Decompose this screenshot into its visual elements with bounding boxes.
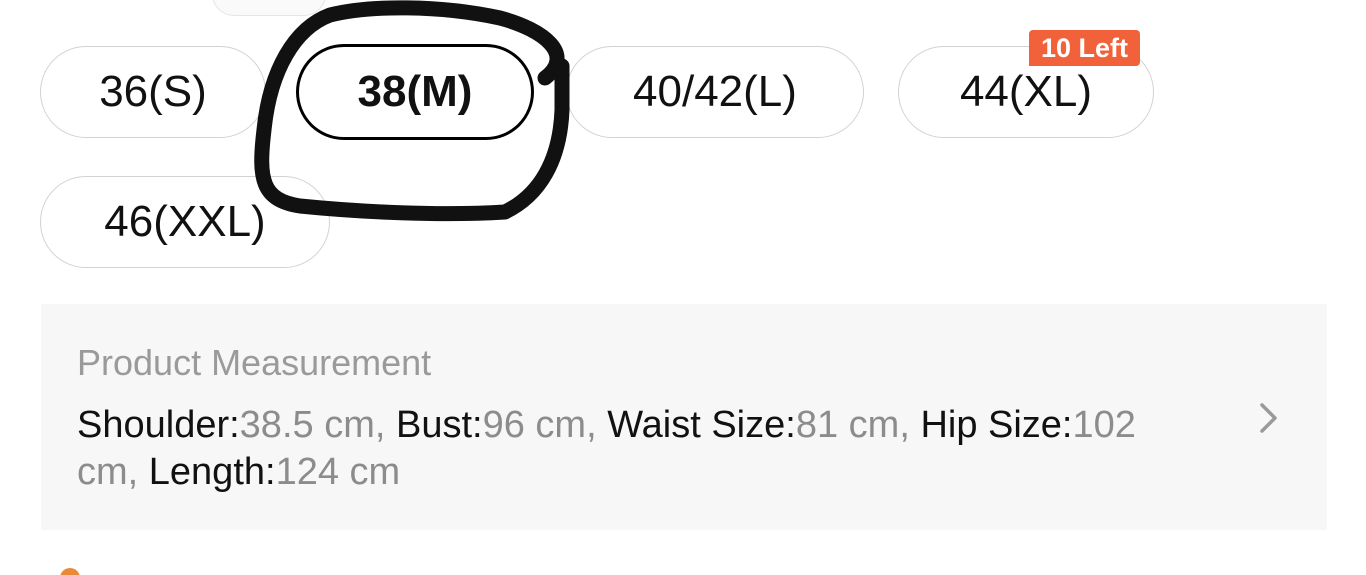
length-value: 124 cm — [275, 451, 401, 493]
size-chip-label: 38(M) — [357, 67, 473, 116]
separator: , — [127, 451, 149, 493]
shoulder-label: Shoulder: — [77, 404, 240, 446]
low-stock-badge: 10 Left — [1029, 30, 1141, 66]
size-selector-screen: 36(S) 38(M) 40/42(L) 44(XL) 10 Left 46(X… — [0, 0, 1366, 575]
bust-label: Bust: — [395, 404, 483, 446]
chevron-right-icon[interactable] — [1253, 398, 1283, 438]
size-chip-38-m-selected[interactable]: 38(M) — [296, 44, 534, 140]
size-chip-label: 36(S) — [99, 67, 207, 116]
size-chip-label: 40/42(L) — [633, 67, 797, 116]
size-chip-46-xxl[interactable]: 46(XXL) — [40, 176, 330, 268]
product-measurement-title: Product Measurement — [77, 342, 432, 383]
size-chip-40-42-l[interactable]: 40/42(L) — [566, 46, 864, 138]
bust-value: 96 cm — [482, 404, 587, 446]
separator: , — [899, 404, 921, 446]
previous-option-chip-partial[interactable] — [212, 0, 326, 16]
product-measurement-details: Shoulder:38.5 cm, Bust:96 cm, Waist Size… — [77, 402, 1197, 496]
length-label: Length: — [148, 451, 276, 493]
size-chip-label: 44(XL) — [959, 67, 1093, 116]
waist-value: 81 cm — [795, 404, 900, 446]
shoulder-value: 38.5 cm — [239, 404, 375, 446]
waist-label: Waist Size: — [607, 404, 796, 446]
separator: , — [374, 404, 396, 446]
size-chip-label: 46(XXL) — [104, 197, 266, 246]
partial-icon-bottom — [60, 568, 80, 575]
separator: , — [586, 404, 608, 446]
hip-label: Hip Size: — [920, 404, 1073, 446]
size-chip-36-s[interactable]: 36(S) — [40, 46, 266, 138]
product-measurement-card[interactable]: Product Measurement Shoulder:38.5 cm, Bu… — [41, 304, 1327, 530]
